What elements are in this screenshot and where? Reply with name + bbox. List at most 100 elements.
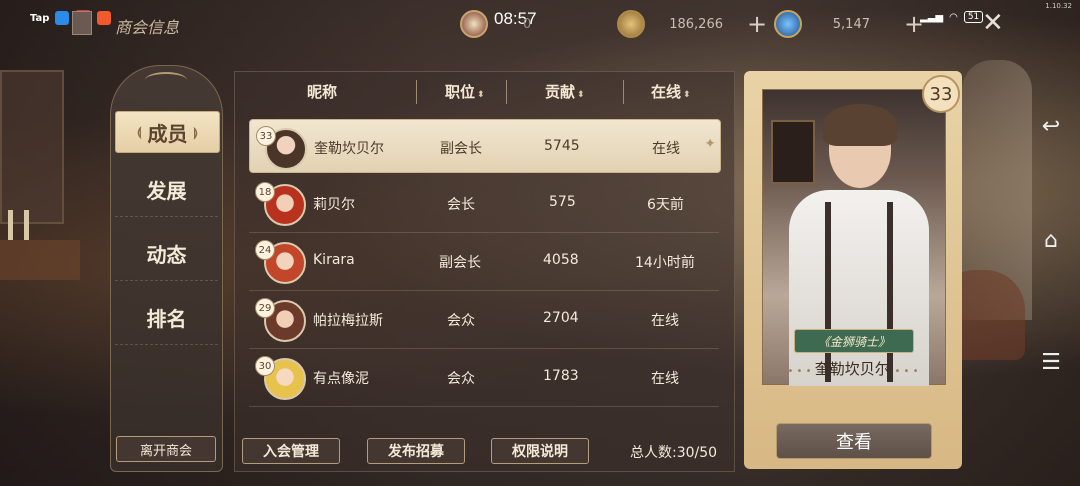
sidebar-ornament bbox=[145, 72, 187, 88]
table-header: 昵称 职位 ⬍ 贡献 ⬍ 在线 ⬍ bbox=[235, 72, 734, 110]
back-button[interactable] bbox=[72, 11, 92, 35]
tab-ranking[interactable]: 排名 bbox=[115, 290, 218, 345]
member-name: 帕拉梅拉斯 bbox=[313, 313, 383, 329]
taptap-icon: Tap bbox=[30, 12, 50, 24]
col-role-label: 职位 bbox=[445, 83, 476, 101]
back-nav-icon[interactable]: ↩ bbox=[1036, 114, 1066, 139]
tab-activity-label: 动态 bbox=[146, 242, 187, 267]
member-contribution: 5745 bbox=[544, 138, 580, 154]
membership-management-button[interactable]: 入会管理 bbox=[242, 438, 340, 464]
level-badge: 24 bbox=[255, 240, 275, 260]
member-name: Kirara bbox=[313, 252, 355, 268]
shield-coin-icon bbox=[460, 10, 488, 38]
background-painting bbox=[771, 120, 815, 184]
member-online: 在线 bbox=[651, 371, 679, 387]
resource-1: 0 bbox=[460, 10, 531, 38]
tab-members-label: 成员 bbox=[147, 121, 188, 146]
member-online: 6天前 bbox=[647, 197, 684, 213]
sort-icon: ⬍ bbox=[683, 90, 691, 100]
portrait-strap bbox=[825, 202, 831, 382]
leave-guild-button[interactable]: 离开商会 bbox=[116, 436, 216, 462]
level-badge: 33 bbox=[256, 126, 276, 146]
level-badge: 18 bbox=[255, 182, 275, 202]
member-contribution: 4058 bbox=[543, 252, 579, 268]
tab-activity[interactable]: 动态 bbox=[115, 226, 218, 281]
sidebar: ⟬ 成员 ⟭ 发展 动态 排名 bbox=[110, 65, 223, 472]
member-contribution: 2704 bbox=[543, 310, 579, 326]
col-contribution[interactable]: 贡献 ⬍ bbox=[545, 81, 585, 102]
table-row[interactable]: 24 Kirara 副会长 4058 14小时前 bbox=[249, 234, 719, 291]
member-count: 总人数:30/50 bbox=[630, 445, 718, 461]
tab-ornament-left: ⟬ bbox=[137, 124, 142, 139]
level-badge: 29 bbox=[255, 298, 275, 318]
member-name: 莉贝尔 bbox=[313, 197, 355, 213]
tab-development[interactable]: 发展 bbox=[115, 162, 218, 217]
page-title: 商会信息 bbox=[115, 18, 180, 37]
title-badge: 《金狮骑士》 bbox=[794, 329, 914, 353]
battery-icon: 51 bbox=[963, 11, 984, 23]
member-online: 14小时前 bbox=[635, 255, 695, 271]
table-row[interactable]: 29 帕拉梅拉斯 会众 2704 在线 bbox=[249, 292, 719, 349]
permissions-info-button[interactable]: 权限说明 bbox=[491, 438, 589, 464]
tab-ornament-right: ⟭ bbox=[193, 124, 198, 139]
member-role: 会长 bbox=[447, 197, 475, 213]
status-icons: Tap bbox=[30, 10, 112, 26]
header-divider bbox=[623, 80, 624, 104]
col-nickname[interactable]: 昵称 bbox=[307, 81, 337, 102]
menu-nav-icon[interactable]: ☰ bbox=[1036, 350, 1066, 375]
member-name: 奎勒坎贝尔 bbox=[314, 141, 384, 157]
status-right: ▂▃▅ ◠ 51 bbox=[920, 11, 984, 23]
tab-development-label: 发展 bbox=[146, 178, 187, 203]
view-member-button[interactable]: 查看 bbox=[776, 423, 932, 459]
card-member-name: 奎勒坎贝尔 bbox=[814, 360, 890, 378]
background-window bbox=[0, 70, 64, 224]
member-card bbox=[744, 71, 962, 469]
portrait-strap bbox=[887, 202, 893, 382]
member-online: 在线 bbox=[652, 141, 680, 157]
wifi-icon: ◠ bbox=[949, 11, 958, 23]
member-role: 副会长 bbox=[440, 141, 482, 157]
member-name: 有点像泥 bbox=[313, 371, 369, 387]
table-row[interactable]: 33 奎勒坎贝尔 副会长 5745 在线 ✦ bbox=[249, 119, 721, 173]
level-badge: 30 bbox=[255, 356, 275, 376]
sort-icon: ⬍ bbox=[577, 90, 585, 100]
add-resource-2-button[interactable]: + bbox=[747, 12, 767, 36]
portrait-body bbox=[789, 190, 929, 386]
member-contribution: 575 bbox=[549, 194, 576, 210]
portrait-hair bbox=[823, 104, 897, 146]
close-icon[interactable]: ✕ bbox=[982, 8, 1004, 38]
sort-icon: ⬍ bbox=[477, 90, 485, 100]
globe-gem-icon bbox=[774, 10, 802, 38]
tab-members[interactable]: ⟬ 成员 ⟭ bbox=[115, 111, 220, 153]
col-role[interactable]: 职位 ⬍ bbox=[445, 81, 485, 102]
member-contribution: 1783 bbox=[543, 368, 579, 384]
col-contribution-label: 贡献 bbox=[545, 83, 576, 101]
card-name-row: • • • 奎勒坎贝尔 • • • bbox=[744, 358, 962, 379]
member-role: 副会长 bbox=[439, 255, 481, 271]
version-label: 1.10.32 bbox=[1045, 2, 1072, 10]
resource-2-value: 186,266 bbox=[669, 16, 723, 32]
member-role: 会众 bbox=[447, 313, 475, 329]
name-ornament-right: • • • bbox=[894, 366, 919, 377]
col-online[interactable]: 在线 ⬍ bbox=[651, 81, 691, 102]
header-divider bbox=[416, 80, 417, 104]
background-candle bbox=[24, 210, 29, 240]
home-nav-icon[interactable]: ⌂ bbox=[1036, 228, 1066, 253]
header-divider bbox=[506, 80, 507, 104]
app-icon-red bbox=[97, 11, 112, 25]
name-ornament-left: • • • bbox=[787, 366, 815, 377]
selected-sparkle-icon: ✦ bbox=[704, 136, 716, 152]
add-resource-3-button[interactable]: + bbox=[904, 12, 924, 36]
background-table bbox=[0, 240, 80, 280]
post-recruitment-button[interactable]: 发布招募 bbox=[367, 438, 465, 464]
card-level-badge: 33 bbox=[922, 75, 960, 113]
gold-coin-icon bbox=[617, 10, 645, 38]
resource-1-value: 0 bbox=[523, 16, 532, 32]
table-row[interactable]: 18 莉贝尔 会长 575 6天前 bbox=[249, 176, 719, 233]
member-list-panel: 昵称 职位 ⬍ 贡献 ⬍ 在线 ⬍ 33 奎勒坎贝尔 副会长 5745 在线 ✦ 18… bbox=[234, 71, 735, 472]
background-candle bbox=[8, 210, 13, 240]
resource-2: 186,266 + bbox=[617, 10, 767, 38]
table-row[interactable]: 30 有点像泥 会众 1783 在线 bbox=[249, 350, 719, 407]
col-online-label: 在线 bbox=[651, 83, 682, 101]
member-online: 在线 bbox=[651, 313, 679, 329]
